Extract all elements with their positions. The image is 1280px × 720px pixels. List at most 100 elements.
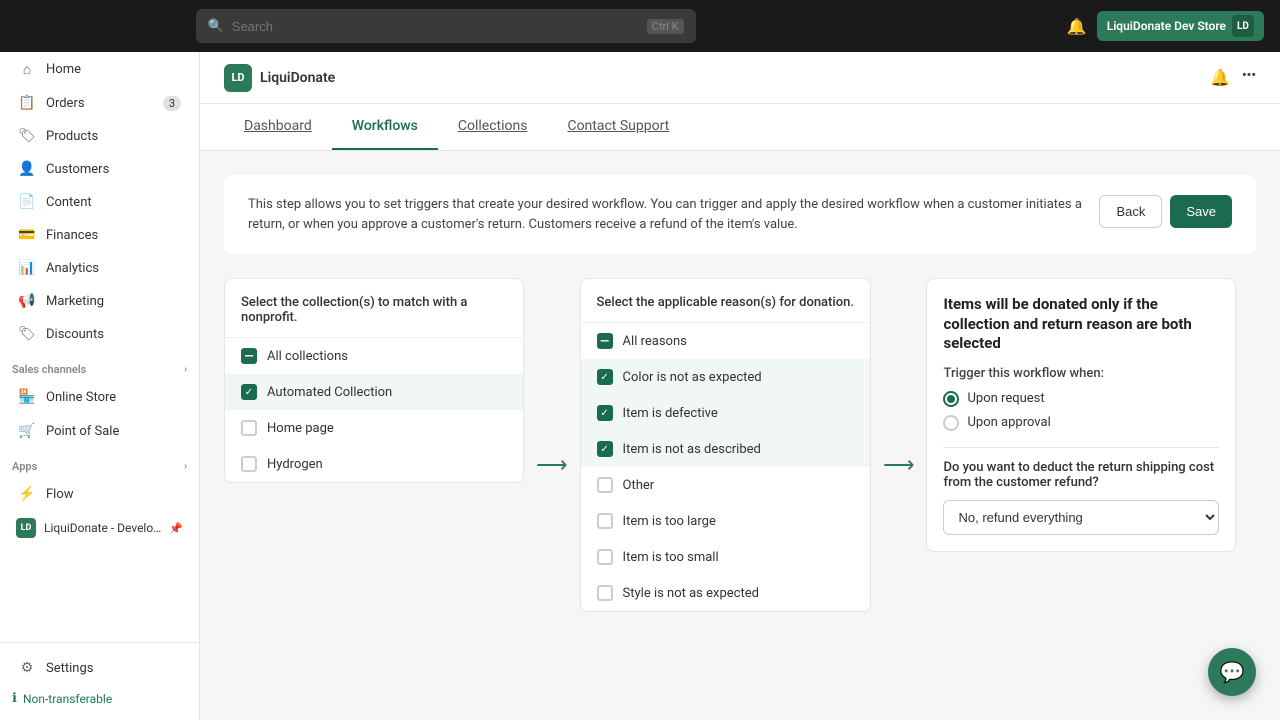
checkbox-not-described-reason[interactable]: ✓ — [597, 441, 613, 457]
liquidonate-pin-icon: 📌 — [169, 522, 183, 535]
reason-item-defective[interactable]: ✓ Item is defective — [581, 395, 870, 431]
checkbox-hydrogen[interactable] — [241, 456, 257, 472]
sales-channels-chevron[interactable]: › — [184, 364, 187, 375]
checkbox-too-small-reason[interactable] — [597, 549, 613, 565]
collection-item-automated[interactable]: ✓ Automated Collection — [225, 374, 523, 410]
radio-upon-request[interactable]: Upon request — [943, 391, 1219, 407]
search-kbd: Ctrl K — [647, 19, 684, 34]
sidebar-item-flow[interactable]: ⚡ Flow — [6, 478, 193, 510]
collection-item-homepage[interactable]: Home page — [225, 410, 523, 446]
sidebar-item-marketing[interactable]: 📢 Marketing — [6, 285, 193, 317]
home-icon: ⌂ — [18, 61, 36, 78]
customers-icon: 👤 — [18, 161, 36, 177]
discounts-icon: 🏷 — [18, 326, 36, 342]
trigger-radio-group: Upon request Upon approval — [943, 391, 1219, 431]
save-button[interactable]: Save — [1170, 195, 1232, 228]
tab-dashboard[interactable]: Dashboard — [224, 104, 332, 150]
sidebar-bottom: ⚙ Settings ℹ Non-transferable — [0, 642, 199, 720]
sidebar-item-settings[interactable]: ⚙ Settings — [6, 652, 193, 684]
deduct-select[interactable]: No, refund everything — [943, 500, 1219, 535]
checkbox-too-large-reason[interactable] — [597, 513, 613, 529]
checkbox-all-reasons[interactable]: — — [597, 333, 613, 349]
sidebar-item-liquidonate[interactable]: LD LiquiDonate - Develop... 📌 — [6, 512, 193, 544]
analytics-icon: 📊 — [18, 260, 36, 276]
collection-item-hydrogen[interactable]: Hydrogen — [225, 446, 523, 482]
non-transferable-label: ℹ Non-transferable — [0, 685, 199, 712]
sidebar-item-discounts[interactable]: 🏷 Discounts — [6, 318, 193, 350]
content-area: This step allows you to set triggers tha… — [200, 151, 1280, 720]
arrow-1: ⟶ — [524, 453, 580, 478]
sidebar-item-point-of-sale[interactable]: 🛒 Point of Sale — [6, 415, 193, 447]
chat-button[interactable]: 💬 — [1208, 648, 1256, 696]
search-bar[interactable]: 🔍 Ctrl K — [196, 9, 696, 43]
workflow-description-bar: This step allows you to set triggers tha… — [224, 175, 1256, 254]
sidebar-item-customers[interactable]: 👤 Customers — [6, 153, 193, 185]
sidebar-item-content[interactable]: 📄 Content — [6, 186, 193, 218]
chat-icon: 💬 — [1220, 660, 1245, 684]
checkbox-defective-reason[interactable]: ✓ — [597, 405, 613, 421]
collections-panel-header: Select the collection(s) to match with a… — [225, 279, 523, 338]
checkbox-all-collections[interactable]: — — [241, 348, 257, 364]
reason-item-too-large[interactable]: Item is too large — [581, 503, 870, 539]
tab-workflows[interactable]: Workflows — [332, 104, 438, 150]
tab-contact-support[interactable]: Contact Support — [547, 104, 689, 150]
bell-icon[interactable]: 🔔 — [1210, 68, 1230, 87]
online-store-icon: 🏪 — [18, 389, 36, 405]
radio-upon-approval[interactable]: Upon approval — [943, 415, 1219, 431]
info-icon: ℹ — [12, 691, 17, 706]
trigger-label: Trigger this workflow when: — [943, 366, 1219, 381]
reason-item-all[interactable]: — All reasons — [581, 323, 870, 359]
app-header-icons: 🔔 ••• — [1210, 68, 1256, 87]
apps-chevron[interactable]: › — [184, 461, 187, 472]
notification-icon[interactable]: 🔔 — [1067, 17, 1087, 36]
reason-item-not-described[interactable]: ✓ Item is not as described — [581, 431, 870, 467]
sidebar-item-orders[interactable]: 📋 Orders 3 — [6, 87, 193, 119]
divider — [943, 447, 1219, 448]
checkbox-automated-collection[interactable]: ✓ — [241, 384, 257, 400]
sidebar-item-analytics[interactable]: 📊 Analytics — [6, 252, 193, 284]
sidebar-item-products[interactable]: 🏷 Products — [6, 120, 193, 152]
info-panel: Items will be donated only if the collec… — [926, 278, 1236, 552]
reasons-panel: Select the applicable reason(s) for dona… — [580, 278, 871, 612]
checkbox-home-page[interactable] — [241, 420, 257, 436]
point-of-sale-icon: 🛒 — [18, 423, 36, 439]
reason-item-too-small[interactable]: Item is too small — [581, 539, 870, 575]
back-button[interactable]: Back — [1099, 195, 1162, 228]
search-icon: 🔍 — [208, 19, 224, 34]
finances-icon: 💳 — [18, 227, 36, 243]
store-badge[interactable]: LiquiDonate Dev Store LD — [1097, 11, 1264, 41]
deduct-label: Do you want to deduct the return shippin… — [943, 460, 1219, 490]
sidebar-item-online-store[interactable]: 🏪 Online Store — [6, 381, 193, 413]
store-name: LiquiDonate Dev Store — [1107, 19, 1226, 33]
radio-circle-upon-approval[interactable] — [943, 415, 959, 431]
topbar-right: 🔔 LiquiDonate Dev Store LD — [1067, 11, 1264, 41]
reasons-panel-list: — All reasons ✓ Color is not as expected… — [581, 323, 870, 611]
info-panel-title: Items will be donated only if the collec… — [943, 295, 1219, 354]
marketing-icon: 📢 — [18, 293, 36, 309]
arrow-2: ⟶ — [871, 453, 927, 478]
more-icon[interactable]: ••• — [1242, 68, 1256, 87]
app-logo: LD — [224, 64, 252, 92]
sidebar-item-finances[interactable]: 💳 Finances — [6, 219, 193, 251]
workflow-actions: Back Save — [1099, 195, 1232, 228]
checkbox-color-reason[interactable]: ✓ — [597, 369, 613, 385]
reasons-panel-header: Select the applicable reason(s) for dona… — [581, 279, 870, 323]
reason-item-style[interactable]: Style is not as expected — [581, 575, 870, 611]
search-input[interactable] — [232, 19, 639, 34]
store-avatar: LD — [1232, 15, 1254, 37]
tab-collections[interactable]: Collections — [438, 104, 548, 150]
reason-item-other[interactable]: Other — [581, 467, 870, 503]
app-title: LiquiDonate — [260, 70, 335, 86]
liquidonate-icon: LD — [16, 518, 36, 538]
sales-channels-section: Sales channels › — [0, 351, 199, 380]
orders-icon: 📋 — [18, 95, 36, 111]
workflow-description-text: This step allows you to set triggers tha… — [248, 195, 1083, 234]
radio-circle-upon-request[interactable] — [943, 391, 959, 407]
products-icon: 🏷 — [18, 128, 36, 144]
reason-item-color[interactable]: ✓ Color is not as expected — [581, 359, 870, 395]
sidebar-item-home[interactable]: ⌂ Home — [6, 53, 193, 86]
checkbox-style-reason[interactable] — [597, 585, 613, 601]
collection-item-all[interactable]: — All collections — [225, 338, 523, 374]
flow-icon: ⚡ — [18, 486, 36, 502]
checkbox-other-reason[interactable] — [597, 477, 613, 493]
